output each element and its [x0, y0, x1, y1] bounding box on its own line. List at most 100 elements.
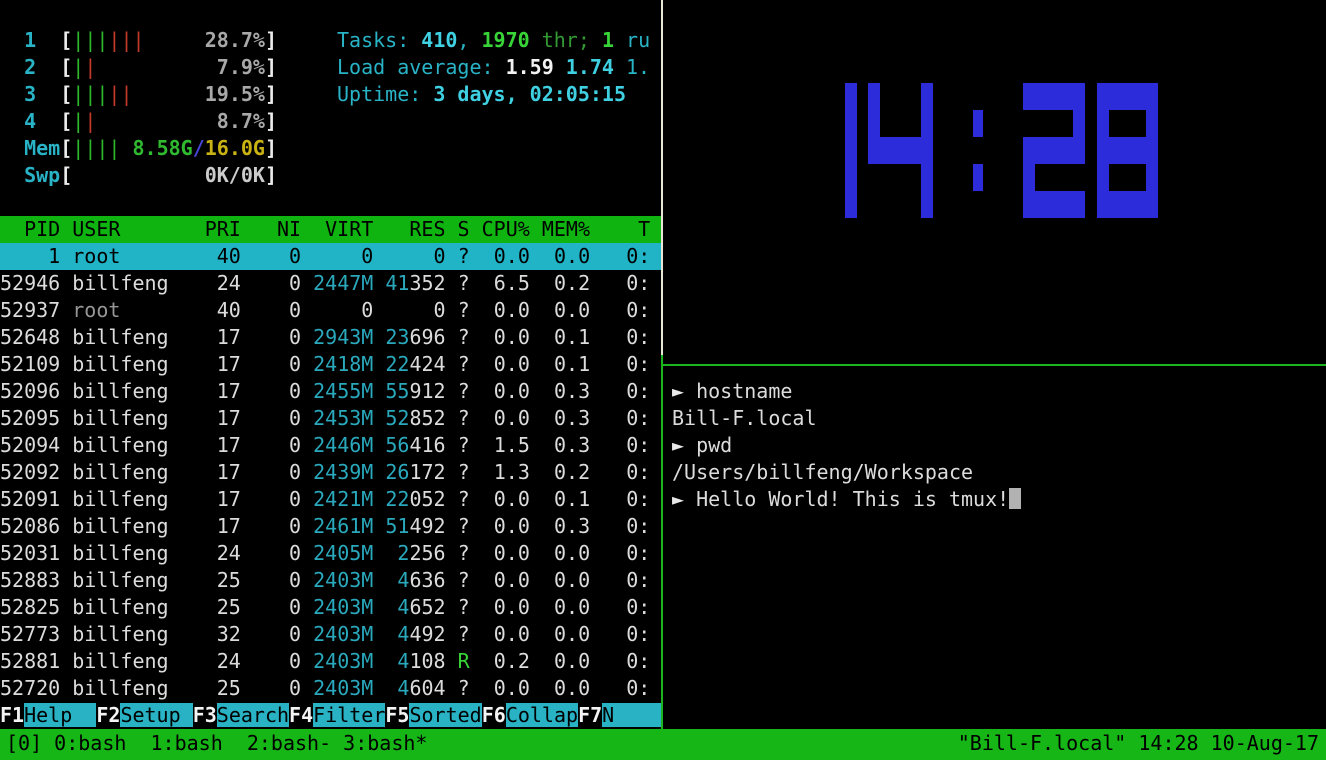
clock-segment	[1146, 137, 1158, 164]
clock-segment	[1109, 83, 1146, 110]
info-line: Load average: 1.59 1.74 1.	[337, 54, 650, 81]
process-row[interactable]: 52096 billfeng 17 0 2455M 55912 ? 0.0 0.…	[0, 378, 662, 405]
clock-segment	[868, 110, 880, 137]
process-row[interactable]: 52094 billfeng 17 0 2446M 56416 ? 1.5 0.…	[0, 432, 662, 459]
prompt-icon: ►	[672, 433, 696, 457]
fkey-f2[interactable]: F2	[96, 703, 120, 727]
clock-segment	[1146, 110, 1158, 137]
shell-command-line[interactable]: ► Hello World! This is tmux!	[672, 486, 1324, 513]
fkey-f5[interactable]: F5	[385, 703, 409, 727]
clock-segment	[1023, 164, 1035, 191]
clock-segment	[1097, 191, 1109, 218]
process-row[interactable]: 52092 billfeng 17 0 2439M 26172 ? 1.3 0.…	[0, 459, 662, 486]
fkey-f6-label[interactable]: Collap	[506, 703, 578, 727]
fkey-f4-label[interactable]: Filter	[313, 703, 385, 727]
tty-clock	[845, 83, 1158, 218]
meter-row: 3 [||||| 19.5%]	[0, 81, 277, 108]
info-line: Uptime: 3 days, 02:05:15	[337, 81, 650, 108]
clock-segment	[845, 110, 857, 137]
process-row[interactable]: 52720 billfeng 25 0 2403M 4604 ? 0.0 0.0…	[0, 675, 662, 702]
clock-segment	[1073, 110, 1085, 137]
htop-pane[interactable]: 1 [|||||| 28.7%] 2 [|| 7.9%] 3 [||||| 19…	[0, 0, 662, 729]
tmux-terminal: 1 [|||||| 28.7%] 2 [|| 7.9%] 3 [||||| 19…	[0, 0, 1326, 760]
process-row[interactable]: 52648 billfeng 17 0 2943M 23696 ? 0.0 0.…	[0, 324, 662, 351]
pane-border-horizontal-active[interactable]	[663, 364, 1326, 366]
clock-segment	[845, 137, 857, 164]
fkey-f2-label[interactable]: Setup	[120, 703, 192, 727]
clock-segment	[845, 83, 857, 110]
clock-segment	[1109, 137, 1146, 164]
fkey-f1-label[interactable]: Help	[24, 703, 96, 727]
process-row[interactable]: 52091 billfeng 17 0 2421M 22052 ? 0.0 0.…	[0, 486, 662, 513]
process-row[interactable]: 52031 billfeng 24 0 2405M 2256 ? 0.0 0.0…	[0, 540, 662, 567]
clock-pane[interactable]	[672, 0, 1326, 352]
clock-segment	[868, 137, 880, 164]
fkey-f5-label[interactable]: Sorted	[409, 703, 481, 727]
terminal-cursor	[1009, 488, 1021, 509]
clock-segment	[1023, 191, 1035, 218]
process-row[interactable]: 52773 billfeng 32 0 2403M 4492 ? 0.0 0.0…	[0, 621, 662, 648]
clock-segment	[1035, 191, 1073, 218]
clock-segment	[1073, 191, 1085, 218]
prompt-icon: ►	[672, 487, 696, 511]
clock-segment	[973, 164, 983, 191]
process-row[interactable]: 52883 billfeng 25 0 2403M 4636 ? 0.0 0.0…	[0, 567, 662, 594]
htop-tasks-load-uptime: Tasks: 410, 1970 thr; 1 ruLoad average: …	[337, 27, 650, 108]
tmux-status-bar: [0] 0:bash 1:bash 2:bash- 3:bash* "Bill-…	[0, 729, 1326, 760]
clock-segment	[1073, 83, 1085, 110]
fkey-f4[interactable]: F4	[289, 703, 313, 727]
pane-border-vertical-inactive[interactable]	[661, 0, 663, 355]
clock-segment	[921, 137, 933, 164]
clock-segment	[1035, 83, 1073, 110]
clock-segment	[1023, 83, 1035, 110]
clock-segment	[1097, 110, 1109, 137]
clock-segment	[1097, 137, 1109, 164]
fkey-f7[interactable]: F7	[578, 703, 602, 727]
clock-segment	[921, 110, 933, 137]
tmux-window-list[interactable]: [0] 0:bash 1:bash 2:bash- 3:bash*	[6, 729, 427, 758]
process-row[interactable]: 52109 billfeng 17 0 2418M 22424 ? 0.0 0.…	[0, 351, 662, 378]
htop-function-key-bar[interactable]: F1Help F2Setup F3SearchF4FilterF5SortedF…	[0, 702, 662, 729]
fkey-f6[interactable]: F6	[482, 703, 506, 727]
pane-border-vertical-active[interactable]	[661, 355, 663, 729]
table-header[interactable]: PID USER PRI NI VIRT RES S CPU% MEM% T	[0, 216, 662, 243]
process-row[interactable]: 1 root 40 0 0 0 ? 0.0 0.0 0:	[0, 243, 662, 270]
fkey-f7-label[interactable]: N	[602, 703, 662, 727]
meter-row: Swp[ 0K/0K]	[0, 162, 277, 189]
clock-segment	[1073, 137, 1085, 164]
clock-segment	[1146, 164, 1158, 191]
fkey-f3-label[interactable]: Search	[217, 703, 289, 727]
process-row[interactable]: 52095 billfeng 17 0 2453M 52852 ? 0.0 0.…	[0, 405, 662, 432]
process-row[interactable]: 52825 billfeng 25 0 2403M 4652 ? 0.0 0.0…	[0, 594, 662, 621]
clock-segment	[1097, 83, 1109, 110]
clock-segment	[921, 191, 933, 218]
htop-cpu-memory-meters: 1 [|||||| 28.7%] 2 [|| 7.9%] 3 [||||| 19…	[0, 27, 277, 189]
fkey-f1[interactable]: F1	[0, 703, 24, 727]
clock-segment	[921, 164, 933, 191]
clock-segment	[1109, 191, 1146, 218]
clock-segment	[1035, 137, 1073, 164]
prompt-icon: ►	[672, 379, 696, 403]
process-row[interactable]: 52937 root 40 0 0 0 ? 0.0 0.0 0:	[0, 297, 662, 324]
process-row[interactable]: 52086 billfeng 17 0 2461M 51492 ? 0.0 0.…	[0, 513, 662, 540]
clock-segment	[868, 83, 880, 110]
htop-process-table[interactable]: PID USER PRI NI VIRT RES S CPU% MEM% T 1…	[0, 216, 662, 702]
shell-command-line[interactable]: ► pwd	[672, 432, 1324, 459]
meter-row: Mem[|||| 8.58G/16.0G]	[0, 135, 277, 162]
clock-segment	[880, 137, 921, 164]
clock-segment	[1146, 83, 1158, 110]
shell-command-line[interactable]: ► hostname	[672, 378, 1324, 405]
shell-output-line: Bill-F.local	[672, 405, 1324, 432]
clock-segment	[845, 191, 857, 218]
meter-row: 2 [|| 7.9%]	[0, 54, 277, 81]
tmux-status-right: "Bill-F.local" 14:28 10-Aug-17	[958, 729, 1319, 758]
meter-row: 1 [|||||| 28.7%]	[0, 27, 277, 54]
fkey-f3[interactable]: F3	[193, 703, 217, 727]
clock-segment	[1146, 191, 1158, 218]
shell-pane[interactable]: ► hostnameBill-F.local► pwd/Users/billfe…	[672, 378, 1324, 728]
clock-segment	[1023, 137, 1035, 164]
meter-row: 4 [|| 8.7%]	[0, 108, 277, 135]
process-row[interactable]: 52946 billfeng 24 0 2447M 41352 ? 6.5 0.…	[0, 270, 662, 297]
process-row[interactable]: 52881 billfeng 24 0 2403M 4108 R 0.2 0.0…	[0, 648, 662, 675]
clock-segment	[973, 110, 983, 137]
